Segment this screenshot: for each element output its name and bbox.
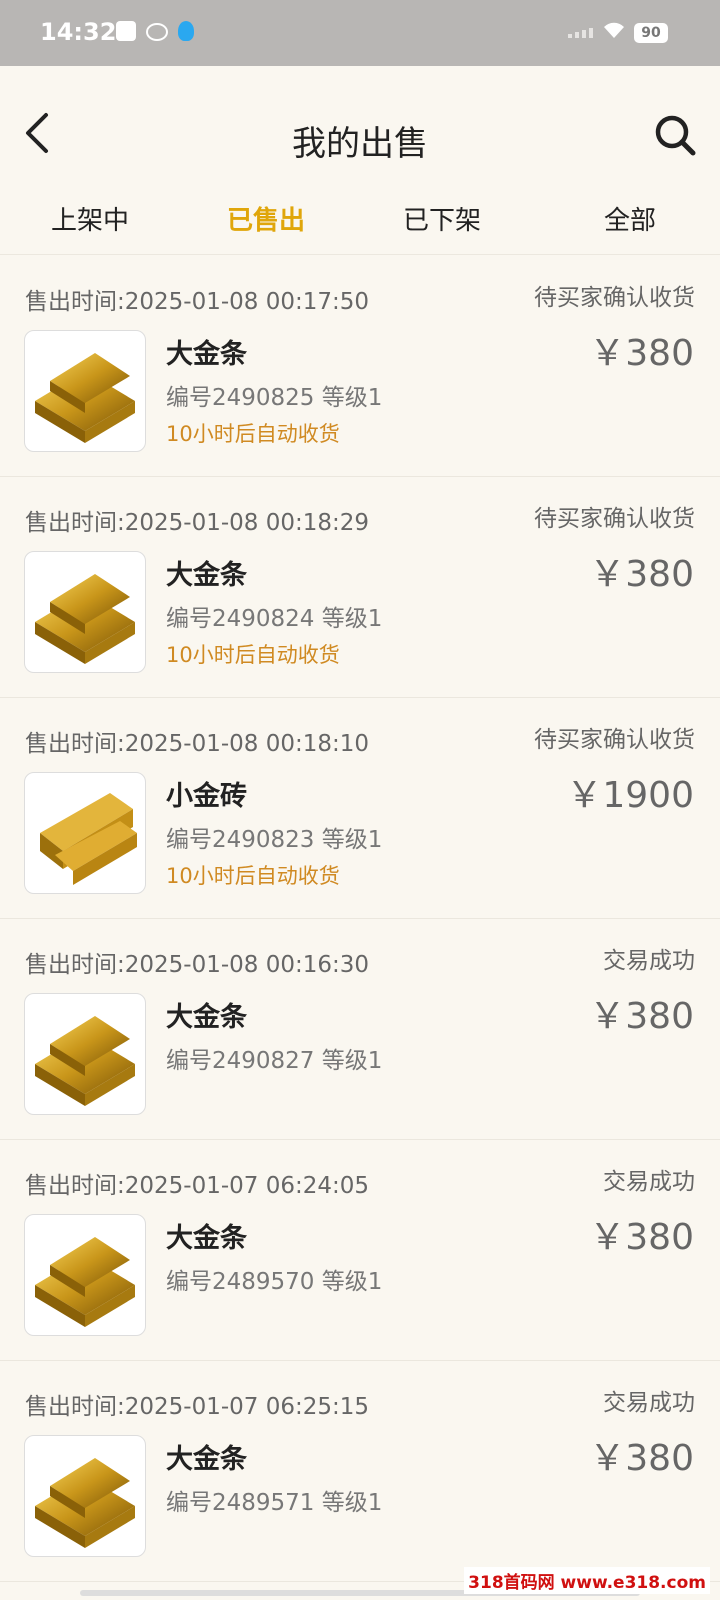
auto-receive-note: 10小时后自动收货 bbox=[166, 643, 340, 667]
tab-on-sale[interactable]: 上架中 bbox=[0, 200, 180, 237]
gold-bars-icon bbox=[24, 1214, 146, 1336]
item-info: 编号2489571 等级1 bbox=[166, 1490, 383, 1516]
tab-sold[interactable]: 已售出 bbox=[176, 200, 356, 237]
order-item[interactable]: 售出时间:2025-01-07 06:25:15 交易成功大金条编号2489571… bbox=[0, 1361, 720, 1582]
item-name: 大金条 bbox=[166, 339, 247, 370]
gold-bricks-icon bbox=[24, 772, 146, 894]
battery-icon: 90 bbox=[634, 23, 668, 43]
header: 我的出售 bbox=[0, 66, 720, 186]
item-info: 编号2490824 等级1 bbox=[166, 606, 383, 632]
item-info: 编号2490827 等级1 bbox=[166, 1048, 383, 1074]
item-price: ￥380 bbox=[589, 1438, 694, 1479]
order-status: 待买家确认收货 bbox=[534, 506, 695, 532]
qq-icon bbox=[178, 21, 194, 41]
tab-all[interactable]: 全部 bbox=[540, 200, 720, 237]
order-list: 售出时间:2025-01-08 00:17:50 待买家确认收货 大金条 编号2490… bbox=[0, 256, 720, 1582]
order-item[interactable]: 售出时间:2025-01-08 00:18:29 待买家确认收货大金条编号2490… bbox=[0, 477, 720, 698]
sold-time: 售出时间:2025-01-08 00:18:10 bbox=[25, 731, 370, 757]
gold-bars-icon bbox=[24, 330, 146, 452]
auto-receive-note: 10小时后自动收货 bbox=[166, 422, 340, 446]
sold-time: 售出时间:2025-01-08 00:16:30 bbox=[25, 952, 370, 978]
sold-time: 售出时间:2025-01-07 06:24:05 bbox=[25, 1173, 370, 1199]
order-status: 待买家确认收货 bbox=[534, 285, 695, 311]
signal-icon bbox=[568, 28, 593, 38]
item-info: 编号2490823 等级1 bbox=[166, 827, 383, 853]
page-title: 我的出售 bbox=[292, 124, 428, 164]
item-name: 大金条 bbox=[166, 1223, 247, 1254]
gold-bars-icon bbox=[24, 551, 146, 673]
item-name: 小金砖 bbox=[166, 781, 247, 812]
wifi-icon bbox=[604, 22, 624, 38]
order-item[interactable]: 售出时间:2025-01-08 00:17:50 待买家确认收货大金条编号2490… bbox=[0, 256, 720, 477]
gold-bars-icon bbox=[24, 993, 146, 1115]
item-price: ￥380 bbox=[589, 1217, 694, 1258]
item-name: 大金条 bbox=[166, 1444, 247, 1475]
order-status: 交易成功 bbox=[603, 1390, 695, 1416]
item-price: ￥1900 bbox=[566, 775, 694, 816]
sold-time: 售出时间:2025-01-07 06:25:15 bbox=[25, 1394, 370, 1420]
order-status: 交易成功 bbox=[603, 948, 695, 974]
sold-time: 售出时间:2025-01-08 00:17:50 bbox=[25, 289, 370, 315]
auto-receive-note: 10小时后自动收货 bbox=[166, 864, 340, 888]
item-name: 大金条 bbox=[166, 1002, 247, 1033]
sold-time: 售出时间:2025-01-08 00:18:29 bbox=[25, 510, 370, 536]
link-icon bbox=[146, 23, 168, 41]
order-status: 交易成功 bbox=[603, 1169, 695, 1195]
order-item[interactable]: 售出时间:2025-01-08 00:16:30 交易成功大金条编号2490827… bbox=[0, 919, 720, 1140]
item-price: ￥380 bbox=[589, 333, 694, 374]
order-item[interactable]: 售出时间:2025-01-08 00:18:10 待买家确认收货小金砖编号2490… bbox=[0, 698, 720, 919]
item-price: ￥380 bbox=[589, 554, 694, 595]
gold-bars-icon bbox=[24, 1435, 146, 1557]
status-time: 14:32 bbox=[40, 18, 117, 46]
item-info: 编号2490825 等级1 bbox=[166, 385, 383, 411]
status-bar: 14:32 90 bbox=[0, 0, 720, 66]
tab-bar: 上架中 已售出 已下架 全部 bbox=[0, 190, 720, 255]
item-name: 大金条 bbox=[166, 560, 247, 591]
item-price: ￥380 bbox=[589, 996, 694, 1037]
order-item[interactable]: 售出时间:2025-01-07 06:24:05 交易成功大金条编号2489570… bbox=[0, 1140, 720, 1361]
watermark: 318首码网 www.e318.com bbox=[464, 1567, 710, 1594]
tab-delisted[interactable]: 已下架 bbox=[352, 200, 532, 237]
mail-icon bbox=[116, 21, 136, 41]
search-icon[interactable] bbox=[654, 114, 696, 156]
notification-icons bbox=[116, 21, 194, 41]
order-status: 待买家确认收货 bbox=[534, 727, 695, 753]
item-info: 编号2489570 等级1 bbox=[166, 1269, 383, 1295]
